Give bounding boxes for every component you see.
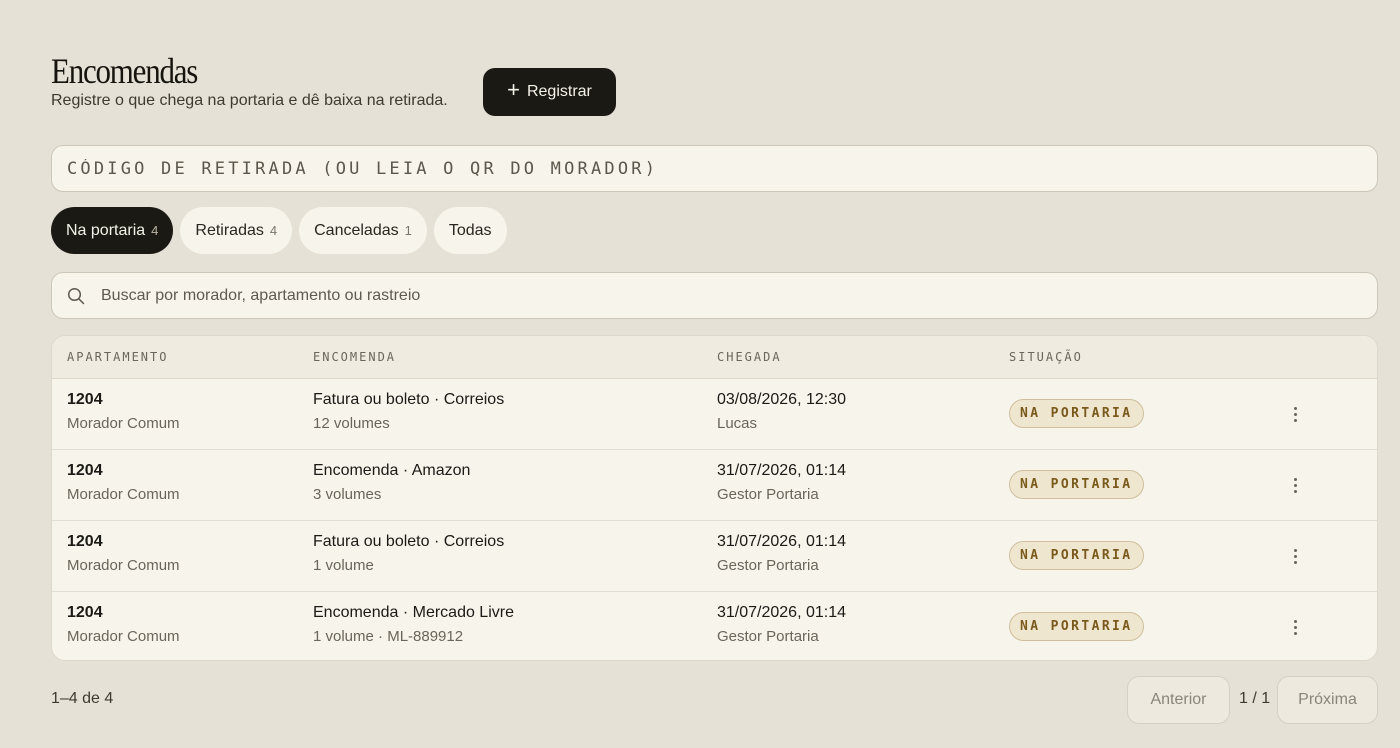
package-volumes: 12 volumes bbox=[313, 415, 390, 432]
tab-na-portaria[interactable]: Na portaria 4 bbox=[51, 207, 174, 254]
tab-todas[interactable]: Todas bbox=[433, 207, 507, 254]
row-actions-menu-icon[interactable] bbox=[1285, 616, 1305, 638]
received-by: Gestor Portaria bbox=[717, 628, 819, 645]
apartment-number: 1204 bbox=[67, 391, 103, 408]
arrival-cell: 03/08/2026, 12:30 Lucas bbox=[717, 391, 846, 432]
search-bar bbox=[51, 272, 1378, 319]
resident-name: Morador Comum bbox=[67, 557, 180, 574]
tab-label: Na portaria bbox=[66, 221, 146, 239]
arrival-datetime: 03/08/2026, 12:30 bbox=[717, 391, 847, 408]
arrival-datetime: 31/07/2026, 01:14 bbox=[717, 462, 847, 479]
package-description: Encomenda · Mercado Livre bbox=[313, 604, 514, 621]
tab-label: Retiradas bbox=[195, 221, 264, 239]
search-icon bbox=[67, 287, 85, 305]
arrival-cell: 31/07/2026, 01:14 Gestor Portaria bbox=[717, 533, 846, 574]
apartment-number: 1204 bbox=[67, 604, 103, 621]
package-volumes: 1 volume · ML-889912 bbox=[313, 628, 464, 645]
package-description: Fatura ou boleto · Correios bbox=[313, 391, 505, 408]
table-row[interactable]: 1204 Morador Comum Encomenda · Amazon 3 … bbox=[52, 450, 1377, 521]
tab-count: 4 bbox=[151, 223, 159, 238]
resident-name: Morador Comum bbox=[67, 628, 180, 645]
apartment-cell: 1204 Morador Comum bbox=[67, 604, 180, 645]
received-by: Lucas bbox=[717, 415, 758, 432]
received-by: Gestor Portaria bbox=[717, 557, 819, 574]
status-badge: NA PORTARIA bbox=[1009, 612, 1144, 641]
row-actions-menu-icon[interactable] bbox=[1285, 403, 1305, 425]
table-row[interactable]: 1204 Morador Comum Fatura ou boleto · Co… bbox=[52, 521, 1377, 592]
register-button-label: Registrar bbox=[526, 83, 592, 100]
resident-name: Morador Comum bbox=[67, 415, 180, 432]
received-by: Gestor Portaria bbox=[717, 486, 819, 503]
row-actions-menu-icon[interactable] bbox=[1285, 474, 1305, 496]
column-header-package: ENCOMENDA bbox=[313, 350, 397, 364]
next-page-button[interactable]: Próxima bbox=[1277, 676, 1378, 724]
package-cell: Encomenda · Amazon 3 volumes bbox=[313, 462, 470, 503]
packages-table: APARTAMENTO ENCOMENDA CHEGADA SITUAÇÃO 1… bbox=[51, 335, 1378, 661]
pickup-code-field-container bbox=[51, 145, 1378, 192]
previous-page-button[interactable]: Anterior bbox=[1127, 676, 1230, 724]
package-volumes: 3 volumes bbox=[313, 486, 382, 503]
package-volumes: 1 volume bbox=[313, 557, 374, 574]
table-row[interactable]: 1204 Morador Comum Fatura ou boleto · Co… bbox=[52, 379, 1377, 450]
pickup-code-input[interactable] bbox=[52, 146, 1377, 191]
tab-count: 4 bbox=[269, 223, 278, 238]
apartment-number: 1204 bbox=[67, 462, 103, 479]
column-header-arrival: CHEGADA bbox=[717, 350, 782, 364]
package-cell: Fatura ou boleto · Correios 12 volumes bbox=[313, 391, 504, 432]
apartment-cell: 1204 Morador Comum bbox=[67, 462, 180, 503]
status-badge: NA PORTARIA bbox=[1009, 399, 1144, 428]
resident-name: Morador Comum bbox=[67, 486, 180, 503]
pagination-range: 1–4 de 4 bbox=[51, 690, 114, 707]
tab-canceladas[interactable]: Canceladas 1 bbox=[299, 207, 427, 254]
arrival-datetime: 31/07/2026, 01:14 bbox=[717, 533, 847, 550]
arrival-cell: 31/07/2026, 01:14 Gestor Portaria bbox=[717, 462, 846, 503]
apartment-cell: 1204 Morador Comum bbox=[67, 391, 180, 432]
row-actions-menu-icon[interactable] bbox=[1285, 545, 1305, 567]
tab-retiradas[interactable]: Retiradas 4 bbox=[180, 207, 293, 254]
package-description: Encomenda · Amazon bbox=[313, 462, 471, 479]
package-cell: Encomenda · Mercado Livre 1 volume · ML-… bbox=[313, 604, 514, 645]
status-badge: NA PORTARIA bbox=[1009, 541, 1144, 570]
package-description: Fatura ou boleto · Correios bbox=[313, 533, 505, 550]
page-indicator: 1 / 1 bbox=[1239, 690, 1271, 707]
register-button[interactable]: + Registrar bbox=[483, 68, 616, 116]
status-tabs: Na portaria 4 Retiradas 4 Canceladas 1 T… bbox=[51, 207, 507, 254]
status-badge: NA PORTARIA bbox=[1009, 470, 1144, 499]
page-title: Encomendas bbox=[51, 51, 198, 91]
column-header-status: SITUAÇÃO bbox=[1009, 350, 1083, 364]
tab-label: Canceladas bbox=[314, 221, 399, 239]
arrival-cell: 31/07/2026, 01:14 Gestor Portaria bbox=[717, 604, 846, 645]
column-header-apartment: APARTAMENTO bbox=[67, 350, 169, 364]
apartment-cell: 1204 Morador Comum bbox=[67, 533, 180, 574]
arrival-datetime: 31/07/2026, 01:14 bbox=[717, 604, 847, 621]
tab-count: 1 bbox=[404, 223, 412, 238]
search-input[interactable] bbox=[101, 273, 1377, 318]
page-subtitle: Registre o que chega na portaria e dê ba… bbox=[51, 92, 448, 109]
package-cell: Fatura ou boleto · Correios 1 volume bbox=[313, 533, 504, 574]
apartment-number: 1204 bbox=[67, 533, 103, 550]
table-header: APARTAMENTO ENCOMENDA CHEGADA SITUAÇÃO bbox=[52, 336, 1377, 379]
table-row[interactable]: 1204 Morador Comum Encomenda · Mercado L… bbox=[52, 592, 1377, 660]
tab-label: Todas bbox=[448, 221, 492, 239]
plus-icon: + bbox=[507, 77, 520, 102]
